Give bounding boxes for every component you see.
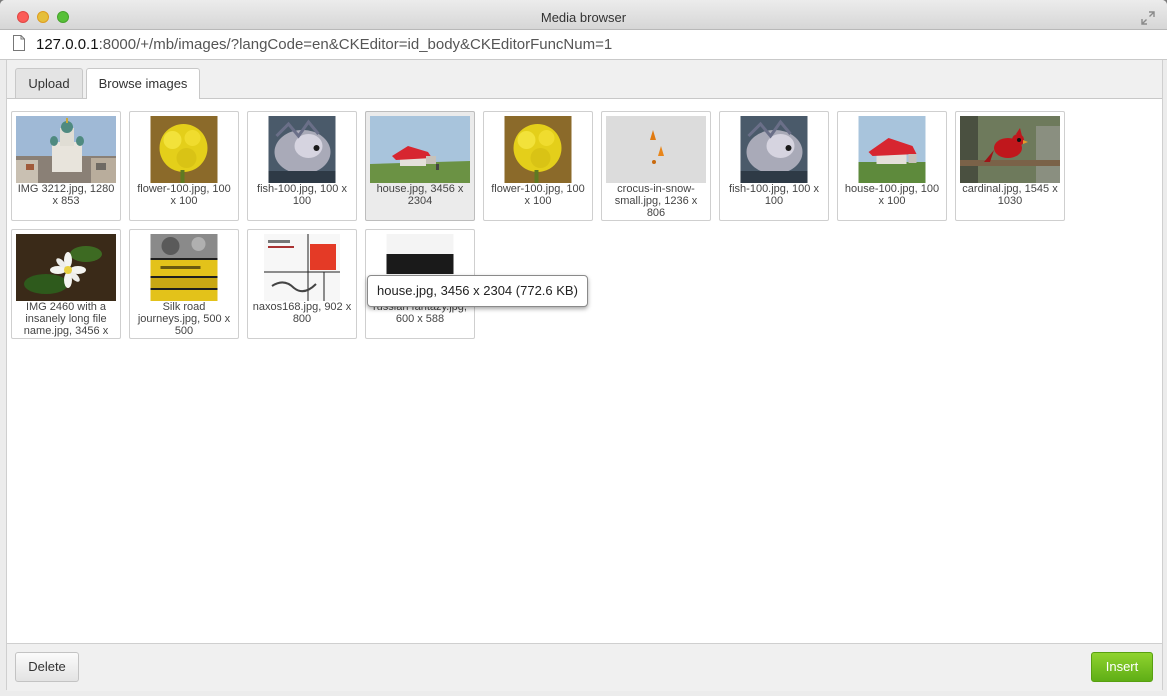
image-caption: house.jpg, 3456 x 2304 [376,183,464,207]
image-caption: fish-100.jpg, 100 x 100 [729,183,819,207]
fullscreen-icon[interactable] [1141,11,1155,25]
address-bar[interactable]: 127.0.0.1:8000/+/mb/images/?langCode=en&… [0,30,1167,60]
image-caption: crocus-in-snow-small.jpg, 1236 x 806 [614,183,698,219]
yellow-flower-photo [504,116,572,183]
cathedral-city-photo [16,116,116,183]
insert-button[interactable]: Insert [1091,652,1153,682]
delete-button[interactable]: Delete [15,652,79,682]
image-tile[interactable]: fish-100.jpg, 100 x 100 [247,111,357,221]
image-tile[interactable]: house-100.jpg, 100 x 100 [837,111,947,221]
image-caption: fish-100.jpg, 100 x 100 [257,183,347,207]
image-grid: IMG 3212.jpg, 1280 x 853 flower-100.jpg,… [7,98,1162,638]
image-tile[interactable]: Silk road journeys.jpg, 500 x 500 [129,229,239,339]
white-flower-photo [16,234,116,301]
image-tile[interactable]: flower-100.jpg, 100 x 100 [129,111,239,221]
fish-photo [268,116,336,183]
cardinal-bird-photo [960,116,1060,183]
image-caption: house-100.jpg, 100 x 100 [844,183,940,207]
url-path: :8000/+/mb/images/?langCode=en&CKEditor=… [98,36,613,53]
image-tile[interactable]: house.jpg, 3456 x 2304 [365,111,475,221]
media-browser-window: Media browser 127.0.0.1:8000/+/mb/images… [0,0,1167,696]
image-caption: flower-100.jpg, 100 x 100 [137,183,231,207]
image-tile[interactable]: IMG 2460 with a insanely long file name.… [11,229,121,339]
image-tile[interactable]: flower-100.jpg, 100 x 100 [483,111,593,221]
image-tooltip: house.jpg, 3456 x 2304 (772.6 KB) [367,275,588,307]
image-caption: cardinal.jpg, 1545 x 1030 [962,183,1058,207]
image-caption: flower-100.jpg, 100 x 100 [491,183,585,207]
fish-photo [740,116,808,183]
red-house-photo [858,116,926,183]
image-tile[interactable]: IMG 3212.jpg, 1280 x 853 [11,111,121,221]
yellow-flower-photo [150,116,218,183]
album-cover-red-square [264,234,340,301]
window-title: Media browser [540,10,627,25]
image-caption: Silk road journeys.jpg, 500 x 500 [137,301,231,337]
image-caption: naxos168.jpg, 902 x 800 [252,301,352,325]
tab-browse-images[interactable]: Browse images [86,68,200,99]
url-text: 127.0.0.1:8000/+/mb/images/?langCode=en&… [36,36,612,53]
image-tile[interactable]: crocus-in-snow-small.jpg, 1236 x 806 [601,111,711,221]
page-icon [13,35,25,51]
image-caption: IMG 2460 with a insanely long file name.… [23,301,109,337]
image-caption: IMG 3212.jpg, 1280 x 853 [17,183,115,207]
image-tile[interactable]: fish-100.jpg, 100 x 100 [719,111,829,221]
crocus-in-snow-photo [606,116,706,183]
title-bar: Media browser [0,0,1167,30]
image-tile[interactable]: cardinal.jpg, 1545 x 1030 [955,111,1065,221]
url-host: 127.0.0.1 [36,36,99,53]
red-house-photo [370,116,470,183]
album-cover-yellow [150,234,218,301]
image-tile[interactable]: naxos168.jpg, 902 x 800 [247,229,357,339]
dialog-footer: Delete Insert [7,643,1162,691]
tab-upload[interactable]: Upload [15,68,83,98]
tab-bar: Upload Browse images [7,60,1162,99]
dialog-content: Upload Browse images IMG 3212.jpg, 1280 … [6,60,1163,691]
